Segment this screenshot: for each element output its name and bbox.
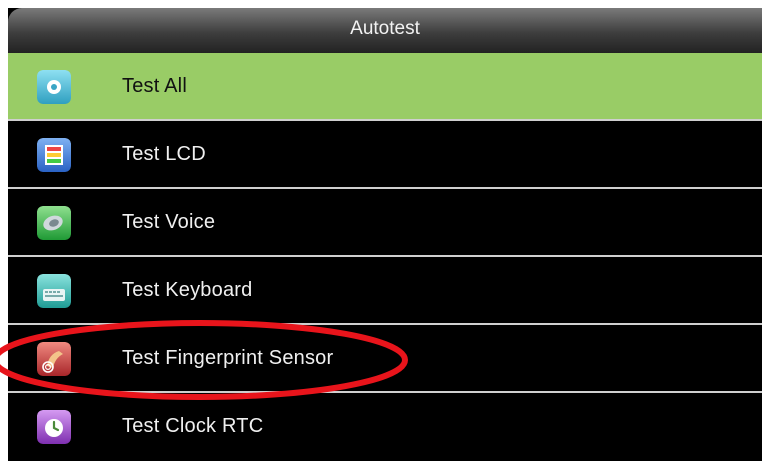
- speaker-icon: [37, 206, 71, 240]
- keyboard-icon: [37, 274, 71, 308]
- menu-item-label: Test Keyboard: [122, 279, 253, 301]
- title-bar: Autotest: [8, 8, 762, 54]
- menu-item-test-voice[interactable]: Test Voice: [8, 189, 762, 257]
- clock-icon: [37, 410, 71, 444]
- circle-icon: [37, 70, 71, 104]
- fingerprint-icon: [37, 342, 71, 376]
- menu-item-label: Test Clock RTC: [122, 415, 264, 437]
- menu-item-label: Test Voice: [122, 211, 216, 233]
- lcd-icon: [37, 138, 71, 172]
- menu-item-test-clock-rtc[interactable]: Test Clock RTC: [8, 393, 762, 461]
- menu-item-test-fingerprint-sensor[interactable]: Test Fingerprint Sensor: [8, 325, 762, 393]
- menu-item-label: Test Fingerprint Sensor: [122, 347, 334, 369]
- page-title: Autotest: [350, 18, 420, 39]
- menu-item-label: Test All: [122, 75, 187, 97]
- menu-item-test-all[interactable]: Test All: [8, 53, 762, 121]
- menu-item-test-keyboard[interactable]: Test Keyboard: [8, 257, 762, 325]
- autotest-screen: Autotest Test All Test LCD Test Voice Te…: [8, 8, 762, 461]
- menu-item-label: Test LCD: [122, 143, 206, 165]
- menu-item-test-lcd[interactable]: Test LCD: [8, 121, 762, 189]
